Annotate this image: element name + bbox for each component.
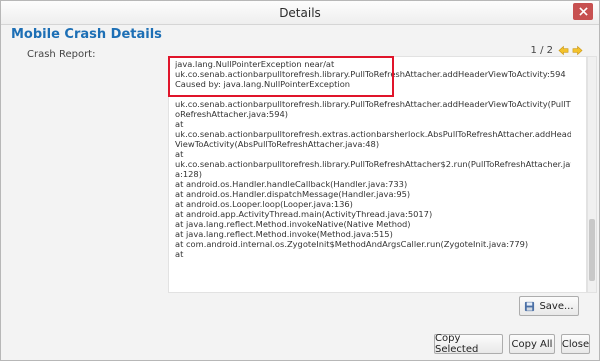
stack-trace-line: uk.co.senab.actionbarpulltorefresh.libra…: [175, 159, 571, 169]
stack-trace-line: at: [175, 249, 184, 259]
stack-trace-line: at: [175, 149, 184, 159]
details-dialog: Details Mobile Crash Details Crash Repor…: [0, 0, 600, 361]
pager-text: 1 / 2: [530, 45, 553, 56]
stack-trace-line: [175, 89, 571, 99]
stack-trace-line: at android.os.Looper.loop(Looper.java:13…: [175, 199, 353, 209]
stack-trace-line: uk.co.senab.actionbarpulltorefresh.libra…: [175, 69, 566, 79]
stack-trace-line: a:128): [175, 169, 202, 179]
stack-trace-line: at android.app.ActivityThread.main(Activ…: [175, 209, 433, 219]
stack-trace-line: oRefreshAttacher.java:594): [175, 109, 288, 119]
pager: 1 / 2: [531, 45, 583, 56]
floppy-disk-icon: [524, 301, 535, 312]
stack-trace-line: uk.co.senab.actionbarpulltorefresh.libra…: [175, 99, 571, 109]
copy-all-button[interactable]: Copy All: [509, 334, 555, 354]
vertical-scrollbar[interactable]: [587, 56, 597, 293]
copy-all-label: Copy All: [511, 338, 553, 350]
close-button[interactable]: Close: [561, 334, 590, 354]
stack-trace-line: at com.android.internal.os.ZygoteInit$Me…: [175, 239, 529, 249]
crash-report-label: Crash Report:: [27, 49, 96, 60]
stack-trace: java.lang.NullPointerException near/at uk…: [175, 59, 571, 259]
stack-trace-line: at android.os.Handler.dispatchMessage(Ha…: [175, 189, 411, 199]
copy-selected-label: Copy Selected: [435, 333, 479, 355]
page-title: Mobile Crash Details: [11, 27, 162, 42]
stack-trace-line: java.lang.NullPointerException near/at: [175, 59, 335, 69]
stack-trace-line: Caused by: java.lang.NullPointerExceptio…: [175, 79, 351, 89]
stack-trace-line: at: [175, 119, 184, 129]
close-icon: [578, 7, 588, 16]
arrow-right-icon[interactable]: [572, 45, 583, 56]
window-close-button[interactable]: [573, 3, 593, 20]
crash-report-text[interactable]: java.lang.NullPointerException near/at uk…: [168, 56, 587, 293]
scrollbar-thumb[interactable]: [589, 219, 595, 281]
stack-trace-line: at java.lang.reflect.Method.invoke(Metho…: [175, 229, 393, 239]
stack-trace-line: uk.co.senab.actionbarpulltorefresh.extra…: [175, 129, 571, 139]
stack-trace-line: at android.os.Handler.handleCallback(Han…: [175, 179, 408, 189]
save-button[interactable]: Save...: [519, 296, 579, 316]
save-button-label: Save...: [539, 300, 574, 312]
arrow-left-icon[interactable]: [558, 45, 569, 56]
window-title: Details: [279, 6, 321, 20]
title-bar[interactable]: Details: [1, 1, 599, 25]
stack-trace-line: at java.lang.reflect.Method.invokeNative…: [175, 219, 411, 229]
stack-trace-line: ViewToActivity(AbsPullToRefreshAttacher.…: [175, 139, 380, 149]
copy-selected-button[interactable]: Copy Selected: [434, 333, 503, 355]
close-button-label: Close: [561, 338, 590, 350]
